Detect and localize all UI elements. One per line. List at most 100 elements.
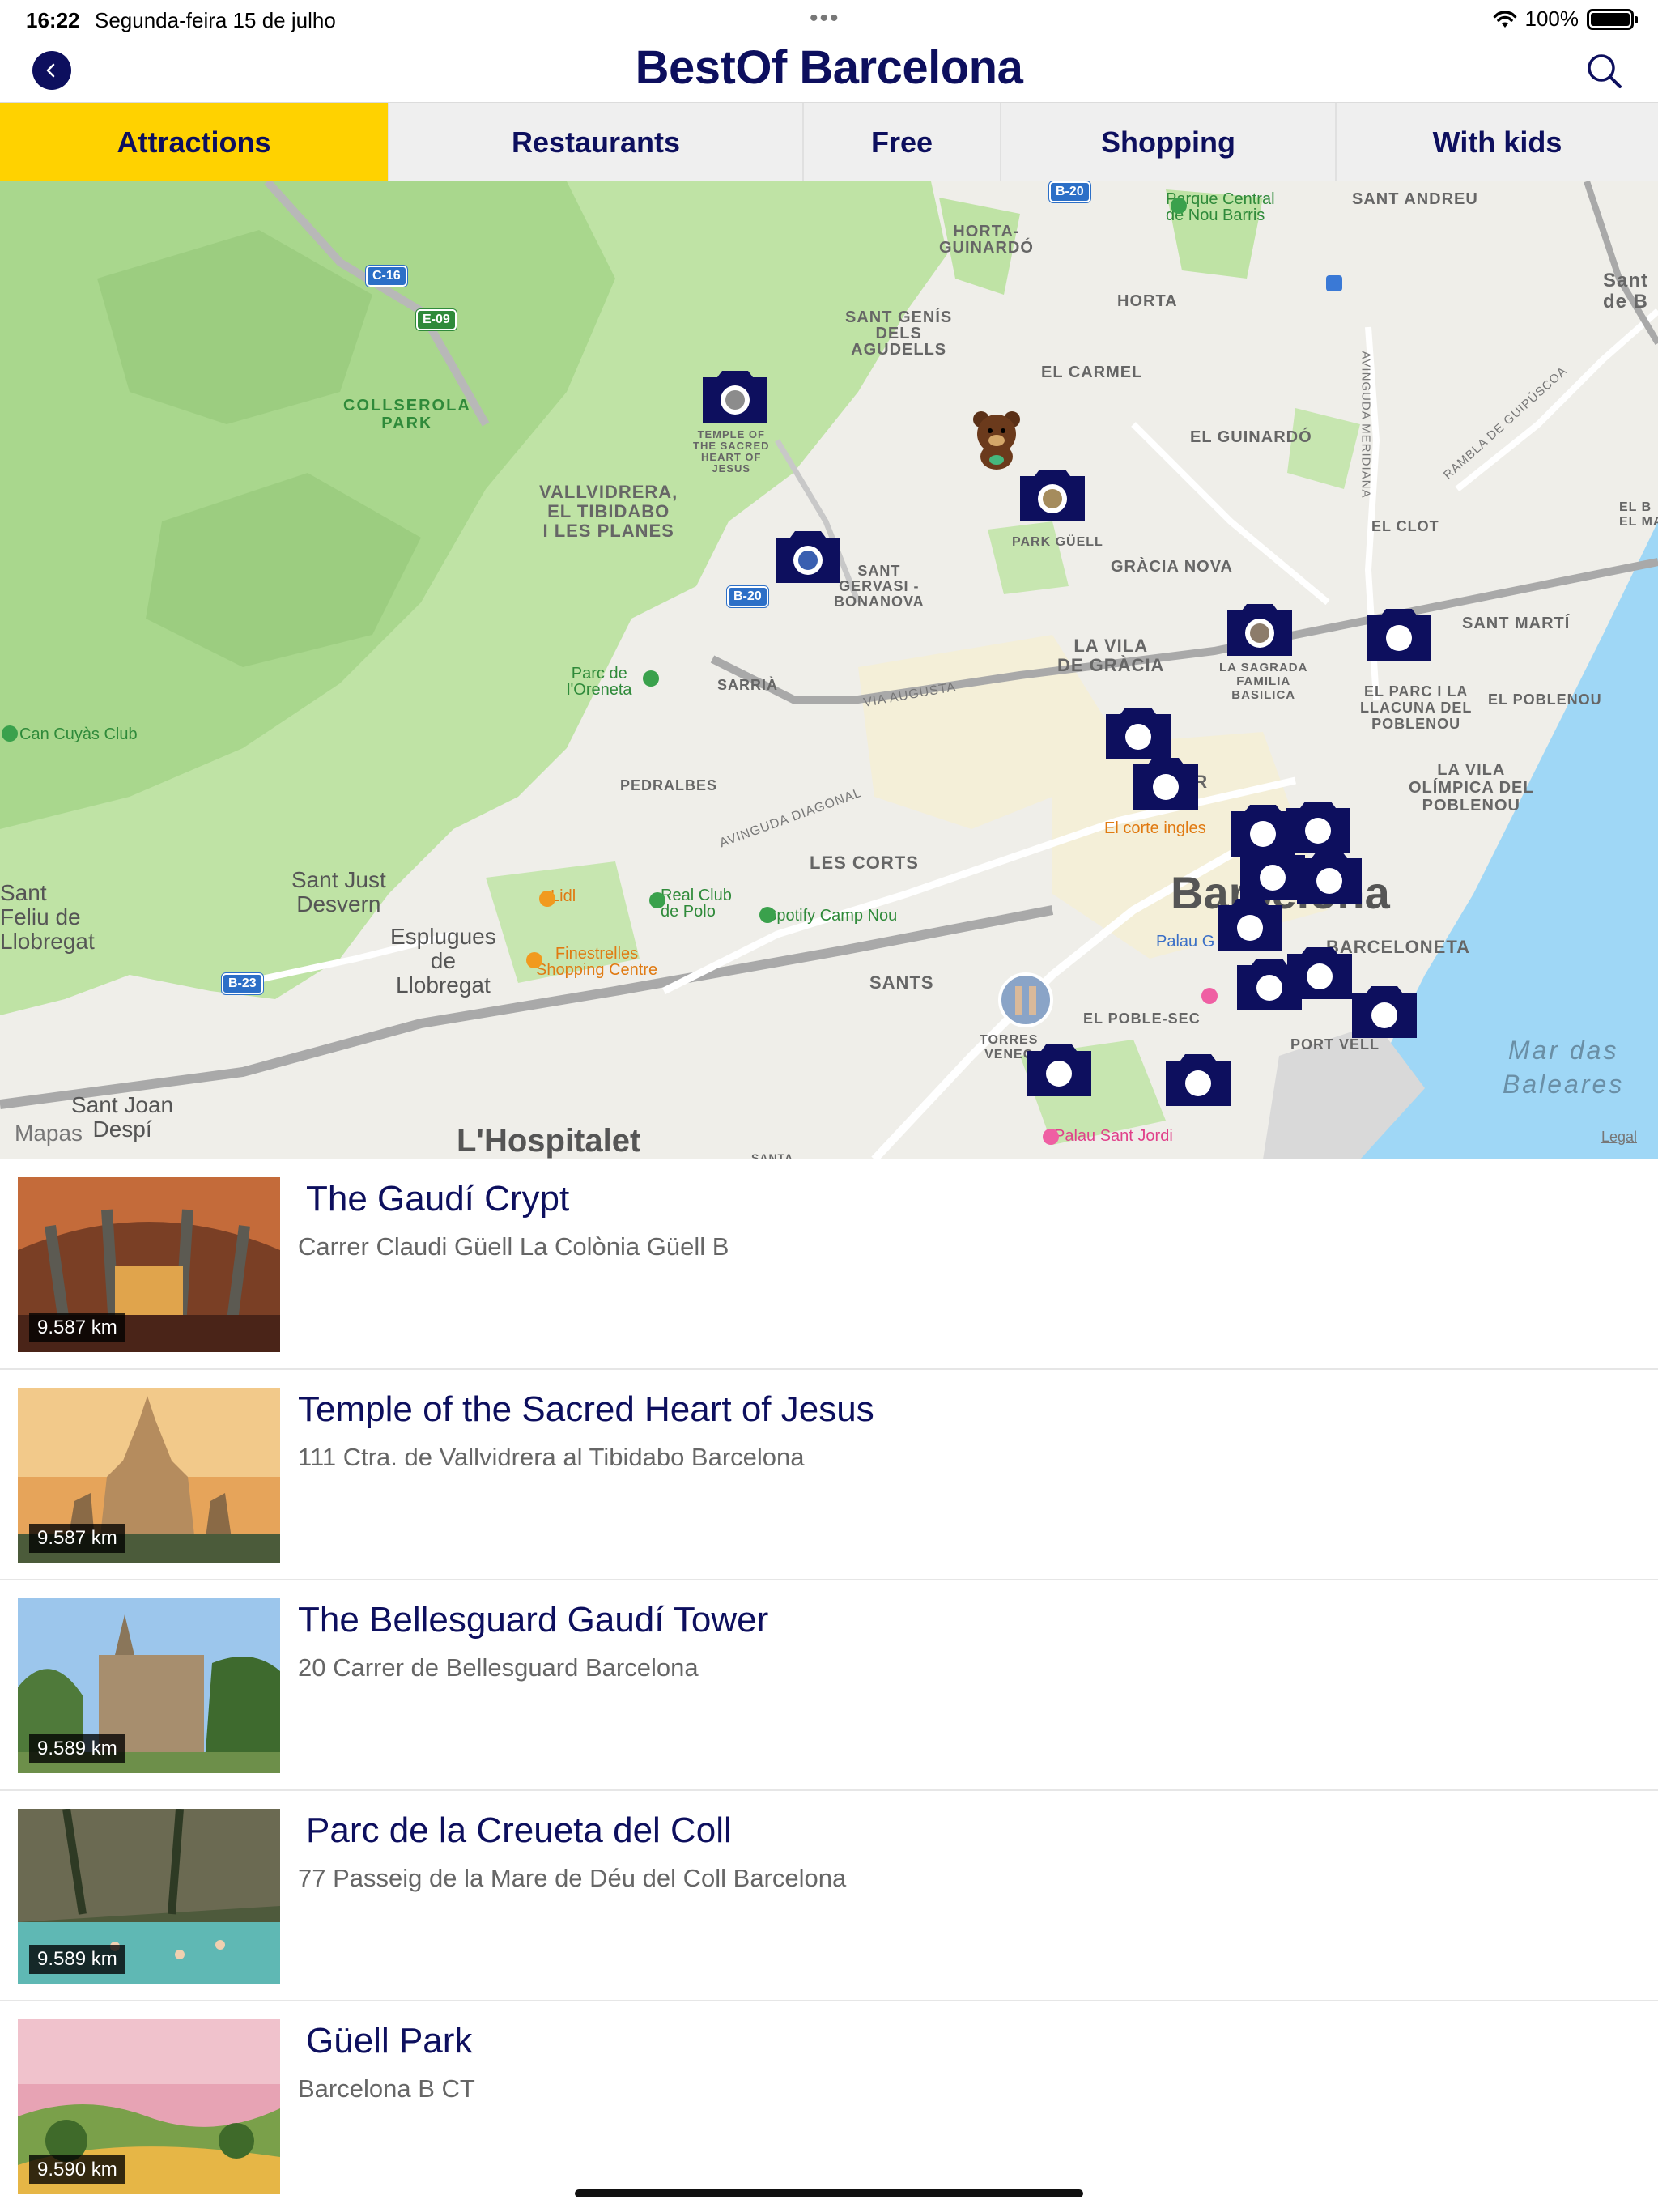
legal-link[interactable]: Legal bbox=[1601, 1129, 1637, 1146]
tab-restaurants[interactable]: Restaurants bbox=[389, 103, 804, 182]
place-thumbnail: 9.590 km bbox=[18, 2019, 280, 2194]
map-label: LES CORTS bbox=[810, 853, 919, 873]
distance-badge: 9.587 km bbox=[29, 1313, 125, 1342]
map-label: EL CARMEL bbox=[1041, 364, 1143, 381]
tab-free[interactable]: Free bbox=[804, 103, 1001, 182]
map-road-label: AVINGUDA MERIDIANA bbox=[1358, 351, 1373, 499]
highway-shield: B-20 bbox=[1049, 181, 1090, 202]
place-thumbnail: 9.587 km bbox=[18, 1177, 280, 1352]
poi-el-corte-ingles[interactable]: El corte ingles bbox=[1104, 819, 1206, 838]
place-title: The Gaudí Crypt bbox=[306, 1179, 570, 1219]
place-address: 111 Ctra. de Vallvidrera al Tibidabo Bar… bbox=[298, 1443, 805, 1471]
home-indicator[interactable] bbox=[575, 2189, 1083, 2197]
list-item[interactable]: 9.589 km The Bellesguard Gaudí Tower 20 … bbox=[0, 1580, 1658, 1791]
map-label: LA VILA OLÍMPICA DEL POBLENOU bbox=[1409, 761, 1534, 815]
poi-can-cuyas[interactable]: Can Cuyàs Club bbox=[19, 725, 138, 744]
attraction-marker-camera-icon[interactable] bbox=[1017, 465, 1088, 521]
place-title: Güell Park bbox=[306, 2021, 473, 2061]
map-label: SARRIÀ bbox=[717, 677, 779, 693]
battery-percent: 100% bbox=[1524, 6, 1579, 31]
map-label: EL CLOT bbox=[1371, 518, 1439, 534]
list-item[interactable]: 9.590 km Güell Park Barcelona B CT bbox=[0, 2001, 1658, 2212]
attribution-text: Mapas bbox=[15, 1121, 83, 1146]
distance-badge: 9.590 km bbox=[29, 2155, 125, 2184]
poi-parc-oreneta[interactable]: Parc de l'Oreneta bbox=[567, 666, 632, 698]
multitasking-dots-icon[interactable]: ••• bbox=[810, 5, 840, 32]
map-label: VALLVIDRERA, EL TIBIDABO I LES PLANES bbox=[539, 482, 678, 541]
attraction-marker-camera-icon[interactable] bbox=[1294, 847, 1365, 904]
place-address: 77 Passeig de la Mare de Déu del Coll Ba… bbox=[298, 1864, 847, 1892]
venue-pin-icon bbox=[1043, 1129, 1059, 1145]
poi-finestrelles[interactable]: Finestrelles Shopping Centre bbox=[536, 946, 657, 978]
battery-icon bbox=[1587, 8, 1638, 30]
attraction-marker-camera-icon[interactable] bbox=[1214, 894, 1286, 951]
highway-shield: C-16 bbox=[366, 266, 407, 287]
list-item[interactable]: 9.587 km Temple of the Sacred Heart of J… bbox=[0, 1370, 1658, 1580]
map-label: HORTA- GUINARDÓ bbox=[939, 223, 1034, 257]
places-list: 9.587 km The Gaudí Crypt Carrer Claudi G… bbox=[0, 1159, 1658, 2212]
tab-with-kids[interactable]: With kids bbox=[1337, 103, 1658, 182]
attraction-marker-camera-icon[interactable] bbox=[1363, 604, 1435, 661]
poi-palau-sant-jordi[interactable]: Palau Sant Jordi bbox=[1054, 1127, 1173, 1146]
tab-attractions[interactable]: Attractions bbox=[0, 103, 389, 182]
map-label: COLLSEROLA PARK bbox=[343, 397, 471, 432]
map-label: EL GUINARDÓ bbox=[1190, 428, 1312, 446]
park-pin-icon bbox=[643, 670, 659, 687]
bear-marker-icon[interactable] bbox=[968, 406, 1025, 471]
wifi-icon bbox=[1493, 10, 1516, 28]
map-label: Sant de B bbox=[1603, 270, 1649, 313]
park-pin-icon bbox=[649, 892, 665, 908]
train-pin-icon bbox=[1326, 275, 1342, 291]
attraction-marker-camera-icon[interactable] bbox=[772, 526, 844, 583]
landmark-towers-icon[interactable] bbox=[997, 972, 1054, 1028]
search-button[interactable] bbox=[1584, 50, 1626, 92]
map-label: L'Hospitalet bbox=[457, 1123, 641, 1159]
map-label: SANT GERVASI - BONANOVA bbox=[834, 563, 925, 610]
place-thumbnail: 9.589 km bbox=[18, 1809, 280, 1984]
map-label: SANT GENÍS DELS AGUDELLS bbox=[845, 308, 953, 359]
list-item[interactable]: 9.589 km Parc de la Creueta del Coll 77 … bbox=[0, 1791, 1658, 2001]
map-label: PARK GÜELL bbox=[1012, 535, 1103, 549]
poi-real-club[interactable]: Real Club de Polo bbox=[661, 887, 732, 920]
map-label: LA SAGRADA FAMILIA BASILICA bbox=[1219, 661, 1308, 702]
highway-shield: E-09 bbox=[416, 309, 457, 330]
map-label: Sant Joan Despí bbox=[71, 1092, 174, 1142]
poi-spotify[interactable]: Spotify Camp Nou bbox=[766, 907, 897, 925]
tab-shopping[interactable]: Shopping bbox=[1001, 103, 1337, 182]
poi-palau-g[interactable]: Palau G bbox=[1156, 933, 1214, 951]
place-thumbnail: 9.587 km bbox=[18, 1388, 280, 1563]
distance-badge: 9.589 km bbox=[29, 1734, 125, 1763]
place-address: Barcelona B CT bbox=[298, 2074, 475, 2103]
map-label: SANTS bbox=[869, 972, 934, 993]
attraction-marker-camera-icon[interactable] bbox=[1224, 599, 1295, 656]
shop-pin-icon bbox=[539, 891, 555, 907]
status-right: 100% bbox=[1493, 6, 1638, 32]
map-label: EL B EL MA bbox=[1619, 500, 1658, 529]
park-pin-icon bbox=[2, 725, 18, 742]
map-label: TEMPLE OF THE SACRED HEART OF JESUS bbox=[693, 428, 770, 474]
place-thumbnail: 9.589 km bbox=[18, 1598, 280, 1773]
search-icon bbox=[1588, 54, 1622, 88]
map-label: Sant Just Desvern bbox=[291, 867, 386, 917]
attraction-marker-camera-icon[interactable] bbox=[1284, 942, 1355, 999]
attraction-marker-camera-icon[interactable] bbox=[1103, 703, 1174, 759]
distance-badge: 9.587 km bbox=[29, 1524, 125, 1553]
shop-pin-icon bbox=[526, 952, 542, 968]
highway-shield: B-20 bbox=[727, 586, 768, 607]
attraction-marker-camera-icon[interactable] bbox=[1163, 1049, 1234, 1106]
attraction-marker-camera-icon[interactable] bbox=[699, 366, 771, 423]
park-pin-icon bbox=[1171, 198, 1187, 214]
map-view[interactable]: C-16 E-09 B-20 B-20 B-23 SANT ANDREU HOR… bbox=[0, 181, 1658, 1159]
map-label: GRÀCIA NOVA bbox=[1111, 558, 1233, 576]
attraction-marker-camera-icon[interactable] bbox=[1023, 1040, 1095, 1096]
list-item[interactable]: 9.587 km The Gaudí Crypt Carrer Claudi G… bbox=[0, 1159, 1658, 1370]
distance-badge: 9.589 km bbox=[29, 1945, 125, 1974]
map-label: SANT ANDREU bbox=[1352, 190, 1478, 208]
attraction-marker-camera-icon[interactable] bbox=[1282, 797, 1354, 853]
place-title: Parc de la Creueta del Coll bbox=[306, 1810, 732, 1850]
page-title: BestOf Barcelona bbox=[635, 41, 1023, 94]
attraction-marker-camera-icon[interactable] bbox=[1349, 981, 1420, 1038]
attraction-marker-camera-icon[interactable] bbox=[1130, 753, 1201, 810]
place-address: Carrer Claudi Güell La Colònia Güell B bbox=[298, 1232, 729, 1261]
map-label: EL POBLENOU bbox=[1488, 691, 1602, 708]
